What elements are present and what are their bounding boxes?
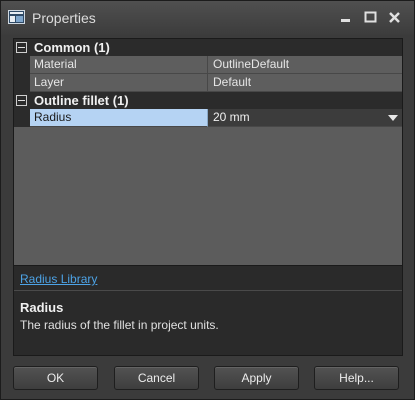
property-name[interactable]: Radius	[30, 109, 208, 127]
description-text: The radius of the fillet in project unit…	[20, 318, 219, 332]
property-row-material[interactable]: Material OutlineDefault	[14, 56, 402, 74]
category-common[interactable]: Common (1)	[14, 39, 402, 56]
category-label: Outline fillet (1)	[34, 93, 129, 108]
row-gutter	[14, 109, 30, 127]
ok-button[interactable]: OK	[13, 366, 98, 390]
category-label: Common (1)	[34, 40, 110, 55]
category-outline-fillet[interactable]: Outline fillet (1)	[14, 92, 402, 109]
property-name[interactable]: Material	[30, 56, 208, 74]
description-area: Radius The radius of the fillet in proje…	[14, 291, 402, 355]
row-gutter	[14, 74, 30, 92]
property-row-radius[interactable]: Radius 20 mm	[14, 109, 402, 127]
window-title: Properties	[32, 10, 96, 26]
minimize-icon[interactable]	[338, 10, 354, 24]
close-icon[interactable]	[387, 10, 403, 24]
property-value[interactable]: Default	[208, 74, 402, 92]
properties-panel: Common (1) Material OutlineDefault Layer…	[13, 38, 403, 356]
property-value[interactable]: OutlineDefault	[208, 56, 402, 74]
property-value: 20 mm	[213, 110, 250, 124]
collapse-icon[interactable]	[16, 42, 27, 53]
property-name[interactable]: Layer	[30, 74, 208, 92]
commands-area: Radius Library	[14, 266, 402, 290]
property-row-layer[interactable]: Layer Default	[14, 74, 402, 92]
title-bar[interactable]: Properties	[1, 1, 414, 35]
radius-library-link[interactable]: Radius Library	[20, 272, 97, 286]
row-gutter	[14, 56, 30, 74]
properties-window: Properties Common (1) Material OutlineDe…	[0, 0, 415, 400]
apply-button[interactable]: Apply	[214, 366, 299, 390]
properties-window-icon	[8, 10, 25, 24]
collapse-icon[interactable]	[16, 95, 27, 106]
cancel-button[interactable]: Cancel	[114, 366, 199, 390]
radius-value-dropdown[interactable]: 20 mm	[208, 109, 402, 127]
help-button[interactable]: Help...	[314, 366, 399, 390]
property-grid: Common (1) Material OutlineDefault Layer…	[14, 39, 402, 265]
maximize-icon[interactable]	[363, 10, 379, 24]
description-title: Radius	[20, 300, 64, 315]
dropdown-arrow-icon[interactable]	[388, 115, 398, 121]
